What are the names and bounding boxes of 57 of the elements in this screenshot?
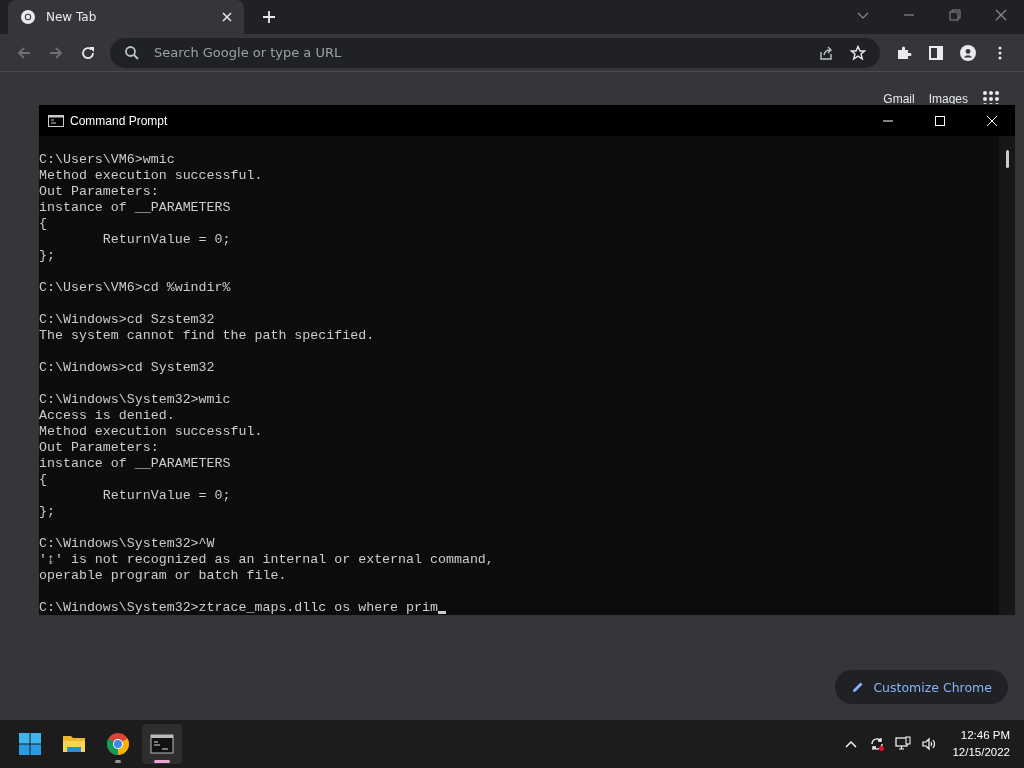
console-line: C:\Windows\System32>^W (39, 536, 215, 552)
console-line: Out Parameters: (39, 184, 159, 200)
time-text: 12:46 PM (960, 728, 1010, 743)
restore-icon[interactable] (948, 8, 962, 22)
profile-icon[interactable] (960, 44, 976, 61)
clock[interactable]: 12:46 PM 12/15/2022 (952, 727, 1014, 761)
maximize-icon[interactable] (934, 114, 946, 127)
console-line: '↨' is not recognized as an internal or external command, (39, 552, 494, 568)
customize-chrome-button[interactable]: Customize Chrome (835, 670, 1008, 704)
back-arrow-icon[interactable] (16, 44, 32, 61)
date-text: 12/15/2022 (952, 745, 1010, 760)
browser-tab[interactable]: New Tab (8, 0, 244, 34)
console-icon (48, 114, 64, 127)
text-cursor (438, 611, 446, 614)
share-icon[interactable] (818, 44, 834, 61)
console-line: { (39, 216, 47, 232)
address-field[interactable]: Search Google or type a URL (152, 44, 456, 61)
console-line: Method execution successful. (39, 424, 263, 440)
console-line: The system cannot find the path specified. (39, 328, 375, 344)
console-line: instance of __PARAMETERS (39, 200, 231, 216)
windows-logo-icon (18, 732, 42, 756)
console-line: }; (39, 504, 55, 520)
console-line: Method execution successful. (39, 168, 263, 184)
console-line: Out Parameters: (39, 440, 159, 456)
tab-title: New Tab (46, 10, 98, 24)
console-line: Access is denied. (39, 408, 175, 424)
taskbar-button[interactable] (142, 724, 182, 764)
chrome-logo-icon (20, 9, 36, 25)
side-panel-icon[interactable] (928, 44, 944, 61)
console-line: instance of __PARAMETERS (39, 456, 231, 472)
console-line: { (39, 472, 47, 488)
sync-icon[interactable] (869, 736, 886, 752)
window-title: Command Prompt (70, 113, 168, 128)
console-line: C:\Windows>cd Szstem32 (39, 312, 215, 328)
console-line: operable program or batch file. (39, 568, 287, 584)
console-icon (150, 732, 174, 756)
network-icon[interactable] (895, 736, 912, 752)
console-line: }; (39, 248, 55, 264)
scrollbar-thumb[interactable] (1005, 150, 1009, 168)
console-line: ReturnValue = 0; (101, 232, 231, 248)
console-line: C:\Users\VM6>wmic (39, 152, 175, 168)
console-line: C:\Windows>cd System32 (39, 360, 215, 376)
star-icon[interactable] (850, 44, 866, 61)
puzzle-icon[interactable] (896, 44, 912, 61)
reload-icon[interactable] (80, 44, 96, 61)
console-line: ReturnValue = 0; (101, 488, 231, 504)
header-link[interactable]: Images (928, 92, 968, 106)
console-line: C:\Windows\System32>wmic (39, 392, 231, 408)
pencil-icon (851, 680, 866, 694)
console-line: C:\Users\VM6>cd %windir% (39, 280, 231, 296)
header-link[interactable]: Gmail (883, 92, 915, 106)
plus-icon[interactable] (262, 10, 276, 24)
speaker-icon[interactable] (921, 736, 938, 752)
forward-arrow-icon[interactable] (48, 44, 64, 61)
browser-logo-icon (106, 732, 130, 756)
search-icon (124, 44, 140, 61)
console-line: C:\Windows\System32>ztrace_maps.dllc os where prim (39, 600, 438, 615)
